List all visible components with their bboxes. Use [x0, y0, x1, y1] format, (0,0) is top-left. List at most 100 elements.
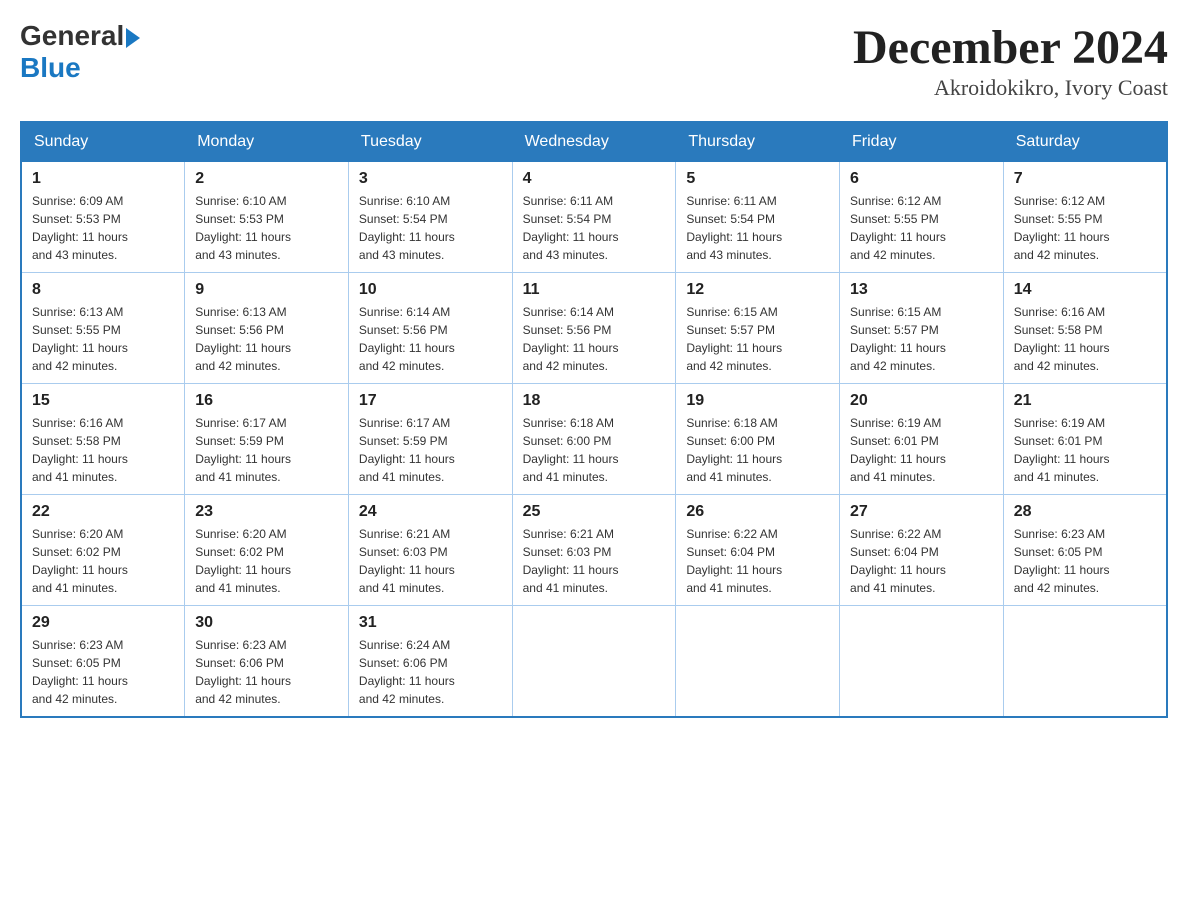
day-number: 10	[359, 281, 502, 299]
day-info: Sunrise: 6:23 AMSunset: 6:06 PMDaylight:…	[195, 636, 338, 708]
day-number: 14	[1014, 281, 1156, 299]
calendar-cell: 26Sunrise: 6:22 AMSunset: 6:04 PMDayligh…	[676, 495, 840, 606]
day-number: 7	[1014, 170, 1156, 188]
weekday-header-thursday: Thursday	[676, 122, 840, 162]
day-info: Sunrise: 6:13 AMSunset: 5:56 PMDaylight:…	[195, 303, 338, 375]
calendar-cell: 25Sunrise: 6:21 AMSunset: 6:03 PMDayligh…	[512, 495, 676, 606]
calendar-cell: 29 Sunrise: 6:23 AMSunset: 6:05 PMDayligh…	[21, 606, 185, 718]
calendar-body: 1 Sunrise: 6:09 AMSunset: 5:53 PMDaylight…	[21, 162, 1167, 718]
day-info: Sunrise: 6:15 AMSunset: 5:57 PMDaylight:…	[686, 303, 829, 375]
calendar-week-row: 8 Sunrise: 6:13 AMSunset: 5:55 PMDaylight…	[21, 273, 1167, 384]
day-info: Sunrise: 6:18 AMSunset: 6:00 PMDaylight:…	[523, 414, 666, 486]
day-number: 22	[32, 503, 174, 521]
day-info: Sunrise: 6:20 AMSunset: 6:02 PMDaylight:…	[32, 525, 174, 597]
day-number: 20	[850, 392, 993, 410]
day-number: 31	[359, 614, 502, 632]
day-info: Sunrise: 6:14 AMSunset: 5:56 PMDaylight:…	[359, 303, 502, 375]
day-number: 8	[32, 281, 174, 299]
calendar-cell: 3 Sunrise: 6:10 AMSunset: 5:54 PMDaylight…	[348, 162, 512, 273]
logo: General Blue	[20, 20, 140, 84]
day-info: Sunrise: 6:09 AMSunset: 5:53 PMDaylight:…	[32, 192, 174, 264]
day-number: 25	[523, 503, 666, 521]
day-info: Sunrise: 6:19 AMSunset: 6:01 PMDaylight:…	[1014, 414, 1156, 486]
calendar-cell: 10 Sunrise: 6:14 AMSunset: 5:56 PMDayligh…	[348, 273, 512, 384]
day-number: 1	[32, 170, 174, 188]
calendar-cell: 7 Sunrise: 6:12 AMSunset: 5:55 PMDaylight…	[1003, 162, 1167, 273]
day-info: Sunrise: 6:11 AMSunset: 5:54 PMDaylight:…	[523, 192, 666, 264]
day-info: Sunrise: 6:23 AMSunset: 6:05 PMDaylight:…	[1014, 525, 1156, 597]
day-info: Sunrise: 6:22 AMSunset: 6:04 PMDaylight:…	[686, 525, 829, 597]
day-info: Sunrise: 6:16 AMSunset: 5:58 PMDaylight:…	[32, 414, 174, 486]
weekday-header-row: SundayMondayTuesdayWednesdayThursdayFrid…	[21, 122, 1167, 162]
month-year-title: December 2024	[853, 20, 1168, 75]
calendar-cell: 14 Sunrise: 6:16 AMSunset: 5:58 PMDayligh…	[1003, 273, 1167, 384]
day-number: 2	[195, 170, 338, 188]
day-info: Sunrise: 6:12 AMSunset: 5:55 PMDaylight:…	[1014, 192, 1156, 264]
calendar-cell: 30 Sunrise: 6:23 AMSunset: 6:06 PMDayligh…	[185, 606, 349, 718]
calendar-cell: 19 Sunrise: 6:18 AMSunset: 6:00 PMDayligh…	[676, 384, 840, 495]
day-number: 21	[1014, 392, 1156, 410]
calendar-week-row: 1 Sunrise: 6:09 AMSunset: 5:53 PMDaylight…	[21, 162, 1167, 273]
day-number: 6	[850, 170, 993, 188]
day-number: 24	[359, 503, 502, 521]
day-info: Sunrise: 6:22 AMSunset: 6:04 PMDaylight:…	[850, 525, 993, 597]
calendar-cell: 24 Sunrise: 6:21 AMSunset: 6:03 PMDayligh…	[348, 495, 512, 606]
weekday-header-sunday: Sunday	[21, 122, 185, 162]
calendar-cell: 4 Sunrise: 6:11 AMSunset: 5:54 PMDaylight…	[512, 162, 676, 273]
calendar-cell: 31 Sunrise: 6:24 AMSunset: 6:06 PMDayligh…	[348, 606, 512, 718]
day-number: 19	[686, 392, 829, 410]
calendar-cell: 5Sunrise: 6:11 AMSunset: 5:54 PMDaylight…	[676, 162, 840, 273]
calendar-cell	[676, 606, 840, 718]
calendar-cell: 15Sunrise: 6:16 AMSunset: 5:58 PMDayligh…	[21, 384, 185, 495]
day-info: Sunrise: 6:10 AMSunset: 5:54 PMDaylight:…	[359, 192, 502, 264]
weekday-header-monday: Monday	[185, 122, 349, 162]
day-number: 27	[850, 503, 993, 521]
day-info: Sunrise: 6:20 AMSunset: 6:02 PMDaylight:…	[195, 525, 338, 597]
calendar-week-row: 29 Sunrise: 6:23 AMSunset: 6:05 PMDayligh…	[21, 606, 1167, 718]
day-info: Sunrise: 6:10 AMSunset: 5:53 PMDaylight:…	[195, 192, 338, 264]
day-info: Sunrise: 6:16 AMSunset: 5:58 PMDaylight:…	[1014, 303, 1156, 375]
weekday-header-wednesday: Wednesday	[512, 122, 676, 162]
calendar-cell: 28Sunrise: 6:23 AMSunset: 6:05 PMDayligh…	[1003, 495, 1167, 606]
day-number: 29	[32, 614, 174, 632]
calendar-table: SundayMondayTuesdayWednesdayThursdayFrid…	[20, 121, 1168, 718]
logo-arrow-icon	[126, 28, 140, 48]
day-info: Sunrise: 6:19 AMSunset: 6:01 PMDaylight:…	[850, 414, 993, 486]
day-number: 4	[523, 170, 666, 188]
day-info: Sunrise: 6:21 AMSunset: 6:03 PMDaylight:…	[359, 525, 502, 597]
day-number: 13	[850, 281, 993, 299]
day-info: Sunrise: 6:24 AMSunset: 6:06 PMDaylight:…	[359, 636, 502, 708]
day-info: Sunrise: 6:15 AMSunset: 5:57 PMDaylight:…	[850, 303, 993, 375]
calendar-cell: 8 Sunrise: 6:13 AMSunset: 5:55 PMDaylight…	[21, 273, 185, 384]
day-info: Sunrise: 6:17 AMSunset: 5:59 PMDaylight:…	[359, 414, 502, 486]
calendar-cell: 2 Sunrise: 6:10 AMSunset: 5:53 PMDaylight…	[185, 162, 349, 273]
location-subtitle: Akroidokikro, Ivory Coast	[853, 75, 1168, 101]
day-number: 16	[195, 392, 338, 410]
day-number: 17	[359, 392, 502, 410]
calendar-cell: 18Sunrise: 6:18 AMSunset: 6:00 PMDayligh…	[512, 384, 676, 495]
calendar-cell: 6 Sunrise: 6:12 AMSunset: 5:55 PMDaylight…	[840, 162, 1004, 273]
calendar-cell	[512, 606, 676, 718]
day-number: 3	[359, 170, 502, 188]
logo-general-text: General	[20, 20, 124, 52]
calendar-cell: 9Sunrise: 6:13 AMSunset: 5:56 PMDaylight…	[185, 273, 349, 384]
weekday-header-tuesday: Tuesday	[348, 122, 512, 162]
day-info: Sunrise: 6:18 AMSunset: 6:00 PMDaylight:…	[686, 414, 829, 486]
day-number: 30	[195, 614, 338, 632]
calendar-cell	[1003, 606, 1167, 718]
day-info: Sunrise: 6:13 AMSunset: 5:55 PMDaylight:…	[32, 303, 174, 375]
day-info: Sunrise: 6:12 AMSunset: 5:55 PMDaylight:…	[850, 192, 993, 264]
calendar-cell: 22 Sunrise: 6:20 AMSunset: 6:02 PMDayligh…	[21, 495, 185, 606]
calendar-week-row: 15Sunrise: 6:16 AMSunset: 5:58 PMDayligh…	[21, 384, 1167, 495]
calendar-cell: 13 Sunrise: 6:15 AMSunset: 5:57 PMDayligh…	[840, 273, 1004, 384]
calendar-cell: 16Sunrise: 6:17 AMSunset: 5:59 PMDayligh…	[185, 384, 349, 495]
calendar-cell: 17 Sunrise: 6:17 AMSunset: 5:59 PMDayligh…	[348, 384, 512, 495]
day-number: 12	[686, 281, 829, 299]
calendar-cell: 21 Sunrise: 6:19 AMSunset: 6:01 PMDayligh…	[1003, 384, 1167, 495]
weekday-header-friday: Friday	[840, 122, 1004, 162]
logo-blue-text: Blue	[20, 52, 140, 84]
day-number: 11	[523, 281, 666, 299]
day-info: Sunrise: 6:14 AMSunset: 5:56 PMDaylight:…	[523, 303, 666, 375]
calendar-cell: 27 Sunrise: 6:22 AMSunset: 6:04 PMDayligh…	[840, 495, 1004, 606]
day-info: Sunrise: 6:23 AMSunset: 6:05 PMDaylight:…	[32, 636, 174, 708]
